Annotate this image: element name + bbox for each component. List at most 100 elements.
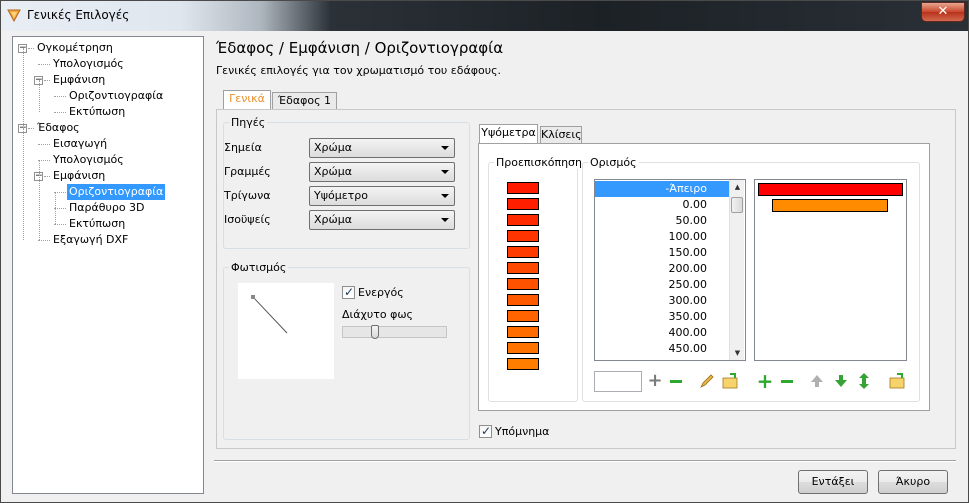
tree-connector [39, 160, 40, 240]
tab-general[interactable]: Γενικά [223, 90, 271, 110]
tree-terrain-3d[interactable]: Παράθυρο 3D [13, 200, 203, 216]
tree-connector [38, 240, 50, 241]
light-direction-preview[interactable] [238, 283, 334, 379]
lines-source-value: Χρώμα [314, 165, 352, 178]
color-bar[interactable] [772, 199, 888, 212]
preview-swatch [507, 358, 539, 370]
tab-slopes[interactable]: Κλίσεις [540, 126, 582, 144]
preview-title: Προεπισκόπηση [494, 156, 584, 169]
lines-label: Γραμμές [224, 165, 271, 178]
list-item[interactable]: 250.00 [595, 277, 729, 293]
list-item[interactable]: 300.00 [595, 293, 729, 309]
lighting-active-label: Ενεργός [358, 286, 404, 299]
tree-volume-print[interactable]: Εκτύπωση [13, 104, 203, 120]
check-icon: ✓ [481, 424, 492, 438]
arrow-updown-icon[interactable] [855, 372, 873, 390]
list-item[interactable]: 150.00 [595, 245, 729, 261]
options-tree: − Ογκομέτρηση Υπολογισμός − Εμφάνιση Οριζοντι… [12, 36, 204, 494]
ambient-light-slider[interactable] [342, 326, 447, 338]
import-folder-icon[interactable] [888, 372, 906, 390]
value-input[interactable] [594, 371, 642, 392]
tab-elevations[interactable]: Υψόμετρα [479, 124, 538, 144]
list-item[interactable]: 200.00 [595, 261, 729, 277]
tree-item-label: Εμφάνιση [53, 169, 106, 182]
points-source-select[interactable]: Χρώμα [309, 138, 455, 158]
chevron-down-icon [441, 146, 449, 150]
list-item[interactable]: 350.00 [595, 309, 729, 325]
tree-connector [28, 128, 34, 129]
bottom-separator [214, 460, 956, 462]
scroll-thumb[interactable] [731, 197, 743, 213]
preview-swatch [507, 214, 539, 226]
tab-terrain-1[interactable]: Έδαφος 1 [272, 92, 337, 110]
tree-terrain-dxf[interactable]: Εξαγωγή DXF [13, 232, 203, 248]
sources-title: Πηγές [229, 116, 268, 129]
ambient-light-slider-thumb[interactable] [371, 325, 379, 339]
remove-color-minus-icon[interactable] [778, 372, 796, 390]
plus-icon[interactable]: + [646, 372, 664, 390]
color-ramp-list[interactable] [754, 179, 907, 361]
arrow-down-icon[interactable] [832, 372, 850, 390]
triangles-label: Τρίγωνα [224, 189, 271, 202]
lines-source-select[interactable]: Χρώμα [309, 162, 455, 182]
tree-item-label: Εκτύπωση [69, 217, 126, 230]
pencil-icon[interactable] [698, 372, 716, 390]
arrow-up-icon[interactable] [808, 372, 826, 390]
list-item[interactable]: -Άπειρο [595, 181, 729, 197]
tree-terrain-import[interactable]: Εισαγωγή [13, 136, 203, 152]
list-item[interactable]: 100.00 [595, 229, 729, 245]
tree-terrain-plan[interactable]: Οριζοντιογραφία [13, 184, 203, 200]
minus-icon[interactable] [667, 372, 685, 390]
chevron-down-icon [441, 194, 449, 198]
folder-icon[interactable] [721, 372, 739, 390]
tree-volume-plan[interactable]: Οριζοντιογραφία [13, 88, 203, 104]
cancel-button[interactable]: Άκυρο [878, 470, 948, 494]
points-source-value: Χρώμα [314, 141, 352, 154]
tree-item-label: Παράθυρο 3D [69, 201, 145, 214]
contours-source-select[interactable]: Χρώμα [309, 210, 455, 230]
ambient-light-label: Διάχυτο φως [342, 308, 413, 321]
tree-volume-display[interactable]: − Εμφάνιση [13, 72, 203, 88]
scroll-down-icon[interactable]: ▼ [730, 346, 745, 360]
tree-connector [44, 176, 50, 177]
tree-item-label: Οριζοντιογραφία [67, 184, 166, 200]
scroll-up-icon[interactable]: ▲ [730, 180, 745, 194]
preview-swatch [507, 198, 539, 210]
add-color-plus-icon[interactable]: + [756, 371, 774, 391]
preview-swatch [507, 262, 539, 274]
tree-volume[interactable]: − Ογκομέτρηση [13, 40, 203, 56]
tree-item-label: Εξαγωγή DXF [53, 233, 129, 246]
tree-terrain-calc[interactable]: Υπολογισμός [13, 152, 203, 168]
tree-terrain-print[interactable]: Εκτύπωση [13, 216, 203, 232]
list-item[interactable]: 0.00 [595, 197, 729, 213]
tree-connector [23, 128, 24, 240]
close-button[interactable]: ✕ [921, 2, 965, 22]
contours-source-value: Χρώμα [314, 213, 352, 226]
tree-connector [28, 48, 34, 49]
values-scrollbar[interactable]: ▲ ▼ [729, 180, 744, 360]
legend-checkbox[interactable]: ✓ [479, 424, 492, 438]
tree-terrain[interactable]: − Έδαφος [13, 120, 203, 136]
preview-swatch [507, 182, 539, 194]
tree-volume-calc[interactable]: Υπολογισμός [13, 56, 203, 72]
tree-item-label: Έδαφος [37, 121, 80, 134]
close-icon: ✕ [937, 4, 949, 19]
ok-button[interactable]: Εντάξει [798, 470, 868, 494]
lighting-active-checkbox[interactable]: ✓ [342, 285, 355, 299]
list-item[interactable]: 400.00 [595, 325, 729, 341]
title-bar: Γενικές Επιλογές ✕ [1, 1, 968, 31]
check-icon: ✓ [344, 285, 355, 299]
list-item[interactable]: 50.00 [595, 213, 729, 229]
tree-terrain-display[interactable]: − Εμφάνιση [13, 168, 203, 184]
tree-item-label: Εκτύπωση [69, 105, 126, 118]
chevron-down-icon [441, 218, 449, 222]
app-logo-icon [7, 9, 21, 22]
chevron-down-icon [441, 170, 449, 174]
elevation-values-list[interactable]: -Άπειρο 0.00 50.00 100.00 150.00 200.00 250.00… [594, 179, 746, 361]
color-bar[interactable] [758, 183, 903, 196]
tree-connector [55, 192, 56, 224]
lighting-title: Φωτισμός [229, 261, 289, 274]
tree-connector [54, 112, 66, 113]
list-item[interactable]: 450.00 [595, 341, 729, 357]
triangles-source-select[interactable]: Υψόμετρο [309, 186, 455, 206]
